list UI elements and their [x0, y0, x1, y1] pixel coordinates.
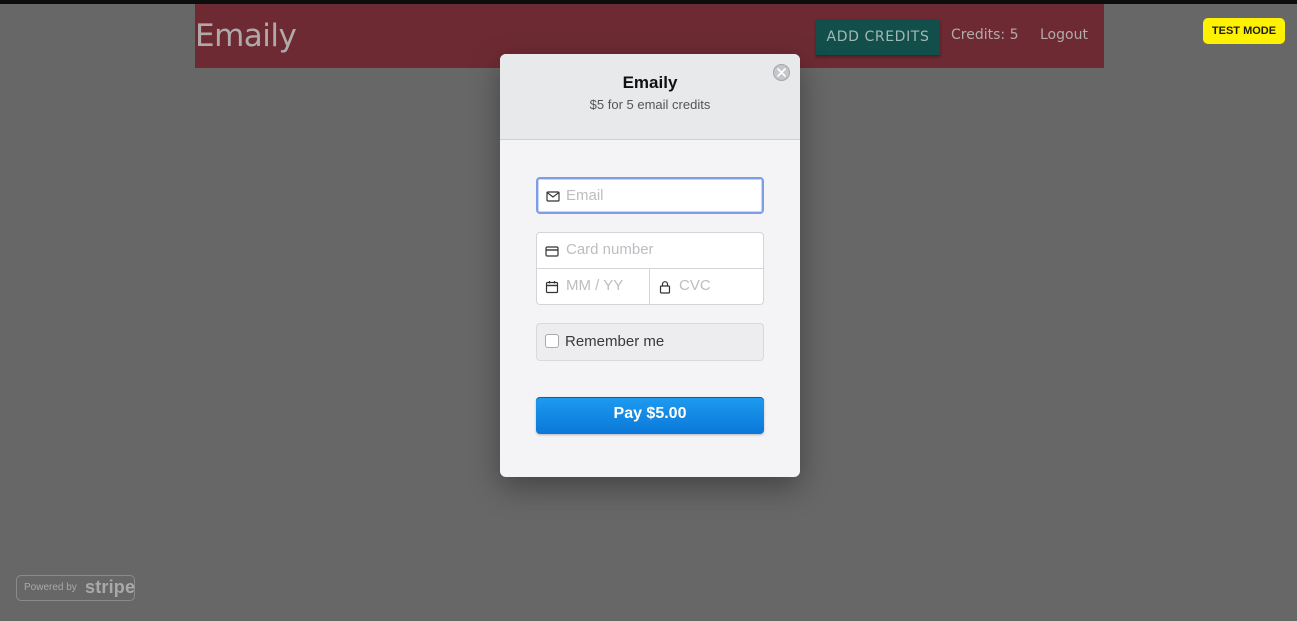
remember-me-label: Remember me [565, 333, 665, 350]
calendar-icon [545, 280, 559, 293]
powered-by-text: Powered by [24, 582, 77, 593]
cvc-placeholder: CVC [679, 277, 711, 294]
lock-icon [659, 280, 671, 294]
powered-by-stripe-badge[interactable]: Powered by stripe [16, 575, 135, 601]
checkout-header: Emaily $5 for 5 email credits [500, 54, 800, 140]
close-icon [777, 68, 786, 77]
close-button[interactable] [773, 64, 790, 81]
brand-logo[interactable]: Emaily [195, 18, 297, 54]
card-number-field[interactable]: Card number [536, 232, 764, 269]
email-field[interactable]: Email [536, 177, 764, 214]
cvc-field[interactable]: CVC [649, 268, 764, 305]
envelope-icon [546, 190, 560, 202]
expiry-placeholder: MM / YY [566, 277, 624, 294]
expiry-field[interactable]: MM / YY [536, 268, 650, 305]
remember-me-row[interactable]: Remember me [536, 323, 764, 361]
stripe-logo: stripe [85, 577, 136, 597]
card-number-placeholder: Card number [566, 241, 654, 258]
add-credits-button[interactable]: ADD CREDITS [816, 19, 940, 55]
checkout-title: Emaily [622, 73, 678, 92]
credit-card-icon [545, 245, 559, 257]
pay-button[interactable]: Pay $5.00 [536, 397, 764, 434]
test-mode-badge: TEST MODE [1203, 18, 1285, 44]
checkout-subtitle: $5 for 5 email credits [589, 97, 711, 112]
checkout-modal: Emaily $5 for 5 email credits Email Card… [500, 54, 800, 477]
logout-link[interactable]: Logout [1040, 27, 1088, 43]
credits-count: Credits: 5 [951, 27, 1019, 43]
email-placeholder: Email [566, 187, 604, 204]
remember-me-checkbox[interactable] [545, 334, 559, 348]
